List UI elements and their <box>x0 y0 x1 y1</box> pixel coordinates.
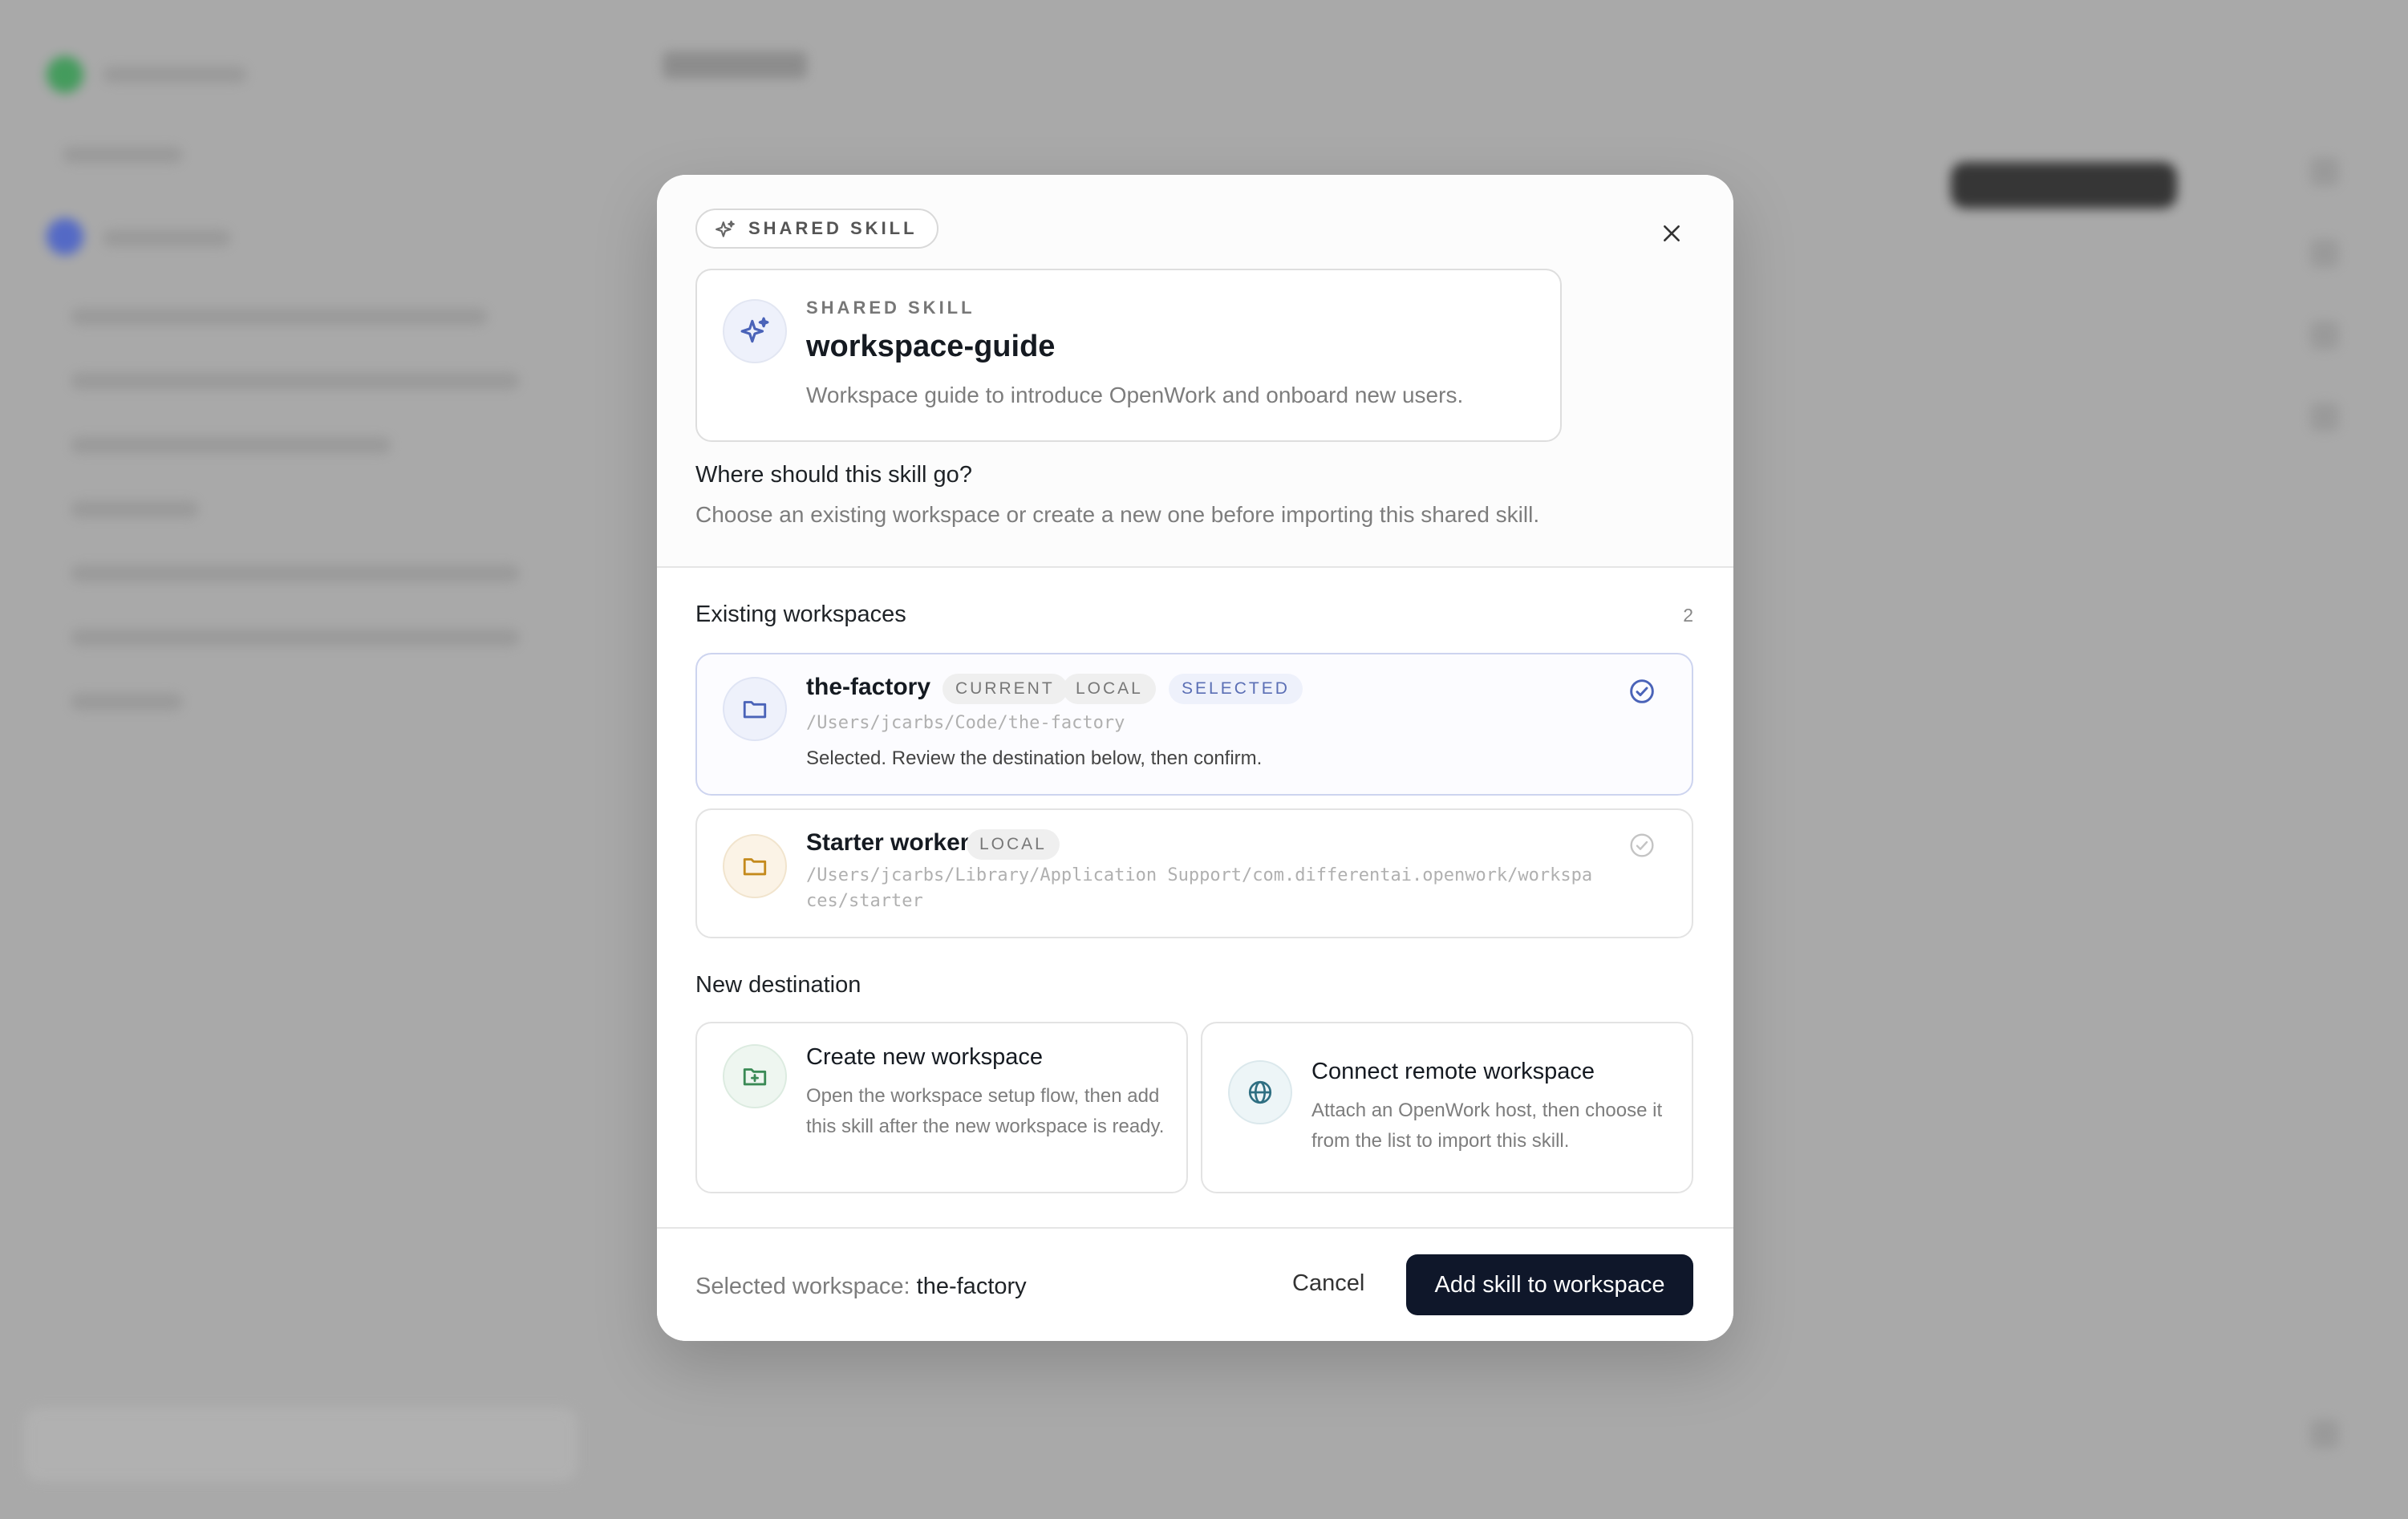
check-circle-icon <box>1630 833 1654 857</box>
background-sidebar <box>22 40 584 1484</box>
workspace-name: Starter worker <box>806 829 970 856</box>
create-workspace-title: Create new workspace <box>806 1044 1043 1070</box>
tag-local: LOCAL <box>1063 674 1156 704</box>
connect-remote-avatar <box>1228 1060 1292 1124</box>
selected-workspace-label: Selected workspace: the-factory <box>695 1274 1027 1300</box>
cancel-button[interactable]: Cancel <box>1292 1270 1364 1297</box>
connect-remote-workspace-option[interactable]: Connect remote workspace Attach an OpenW… <box>1201 1022 1693 1193</box>
close-icon <box>1664 225 1680 241</box>
check-circle-icon <box>1630 679 1654 703</box>
new-destination-title: New destination <box>695 972 861 998</box>
create-workspace-description: Open the workspace setup flow, then add … <box>806 1085 1165 1137</box>
workspace-selected-note: Selected. Review the destination below, … <box>806 747 1263 769</box>
workspace-avatar <box>723 677 787 741</box>
skill-name: workspace-guide <box>806 330 1056 363</box>
chip-label: SHARED SKILL <box>748 218 918 238</box>
existing-workspaces-title: Existing workspaces <box>695 602 906 627</box>
destination-question: Where should this skill go? <box>695 462 972 488</box>
connect-remote-description: Attach an OpenWork host, then choose it … <box>1311 1100 1663 1152</box>
skill-eyebrow: SHARED SKILL <box>806 298 975 318</box>
selected-workspace-value: the-factory <box>916 1274 1027 1299</box>
connect-remote-title: Connect remote workspace <box>1311 1059 1595 1084</box>
workspace-path: /Users/jcarbs/Code/the-factory <box>806 713 1125 733</box>
existing-workspaces-count: 2 <box>1683 605 1693 626</box>
create-workspace-option[interactable]: Create new workspace Open the workspace … <box>695 1022 1188 1193</box>
skill-avatar <box>723 299 787 363</box>
dialog-footer: Selected workspace: the-factory Cancel A… <box>657 1227 1733 1341</box>
tag-selected: SELECTED <box>1169 674 1303 704</box>
shared-skill-chip: SHARED SKILL <box>695 209 938 249</box>
workspace-path: /Users/jcarbs/Library/Application Suppor… <box>806 863 1592 914</box>
globe-icon <box>1248 1080 1272 1104</box>
workspace-option-the-factory[interactable]: the-factory CURRENT LOCAL SELECTED /User… <box>695 653 1693 796</box>
sparkles-icon <box>740 317 769 343</box>
workspace-path-line: /Users/jcarbs/Library/Application Suppor… <box>806 865 1593 885</box>
sparkles-icon <box>716 221 735 237</box>
skill-description: Workspace guide to introduce OpenWork an… <box>806 383 1464 407</box>
destination-question-subtitle: Choose an existing workspace or create a… <box>695 502 1540 527</box>
folder-icon <box>743 701 767 719</box>
tag-current: CURRENT <box>943 674 1068 704</box>
import-skill-dialog: SHARED SKILL SHARED SKILL workspace-guid… <box>657 175 1733 1341</box>
create-workspace-avatar <box>723 1044 787 1108</box>
workspace-path-line: ces/starter <box>806 891 923 911</box>
tag-local: LOCAL <box>967 829 1060 860</box>
workspace-avatar <box>723 834 787 898</box>
dialog-header: SHARED SKILL SHARED SKILL workspace-guid… <box>657 175 1733 568</box>
folder-plus-icon <box>743 1068 767 1086</box>
folder-icon <box>743 858 767 876</box>
close-button[interactable] <box>1655 217 1688 250</box>
skill-summary-card: SHARED SKILL workspace-guide Workspace g… <box>695 269 1562 442</box>
selected-workspace-prefix: Selected workspace: <box>695 1274 910 1299</box>
workspace-name: the-factory <box>806 674 931 700</box>
add-skill-button[interactable]: Add skill to workspace <box>1406 1254 1693 1315</box>
workspace-option-starter-worker[interactable]: Starter worker LOCAL /Users/jcarbs/Libra… <box>695 808 1693 938</box>
